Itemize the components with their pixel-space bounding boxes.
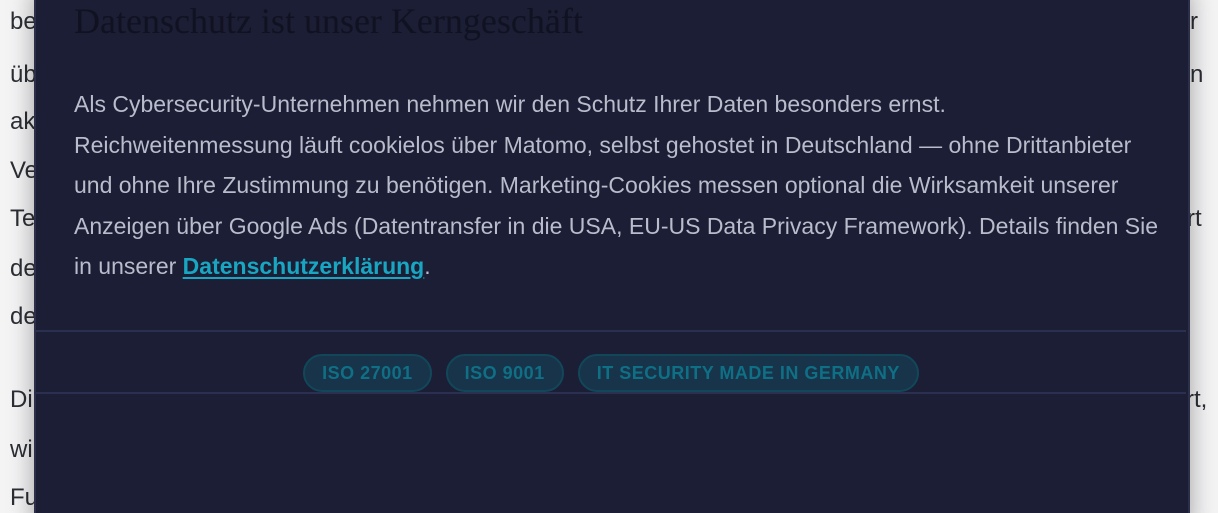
background-text-fragment: de: [10, 255, 37, 282]
certification-badges: ISO 27001 ISO 9001 IT SECURITY MADE IN G…: [36, 354, 1186, 394]
background-text-fragment: be: [10, 8, 37, 35]
page: be üb ak Ve Te de de Di wi Fu r n rt rt,…: [0, 0, 1218, 513]
modal-body-text: Als Cybersecurity-Unternehmen nehmen wir…: [74, 84, 1164, 287]
modal-body-end: .: [424, 253, 431, 279]
background-text-fragment: wi: [10, 436, 33, 463]
background-text-fragment: üb: [10, 61, 37, 88]
badge-iso-9001: ISO 9001: [445, 354, 564, 392]
background-text-fragment: de: [10, 303, 37, 330]
divider: [36, 330, 1186, 332]
modal-title: Datenschutz ist unser Kerngeschäft: [74, 1, 583, 41]
badge-iso-27001: ISO 27001: [303, 354, 432, 392]
background-text-fragment: Te: [10, 205, 36, 232]
background-text-fragment: r: [1190, 8, 1198, 35]
badge-made-in-germany: IT SECURITY MADE IN GERMANY: [577, 354, 919, 392]
background-text-fragment: ak: [10, 108, 36, 135]
background-text-fragment: n: [1190, 61, 1204, 88]
cookie-consent-modal: Datenschutz ist unser Kerngeschäft Als C…: [34, 0, 1190, 513]
divider: [36, 392, 1186, 394]
background-text-fragment: Di: [10, 386, 33, 413]
modal-body-copy: Als Cybersecurity-Unternehmen nehmen wir…: [74, 91, 1159, 279]
privacy-policy-link[interactable]: Datenschutzerklärung: [183, 253, 425, 279]
